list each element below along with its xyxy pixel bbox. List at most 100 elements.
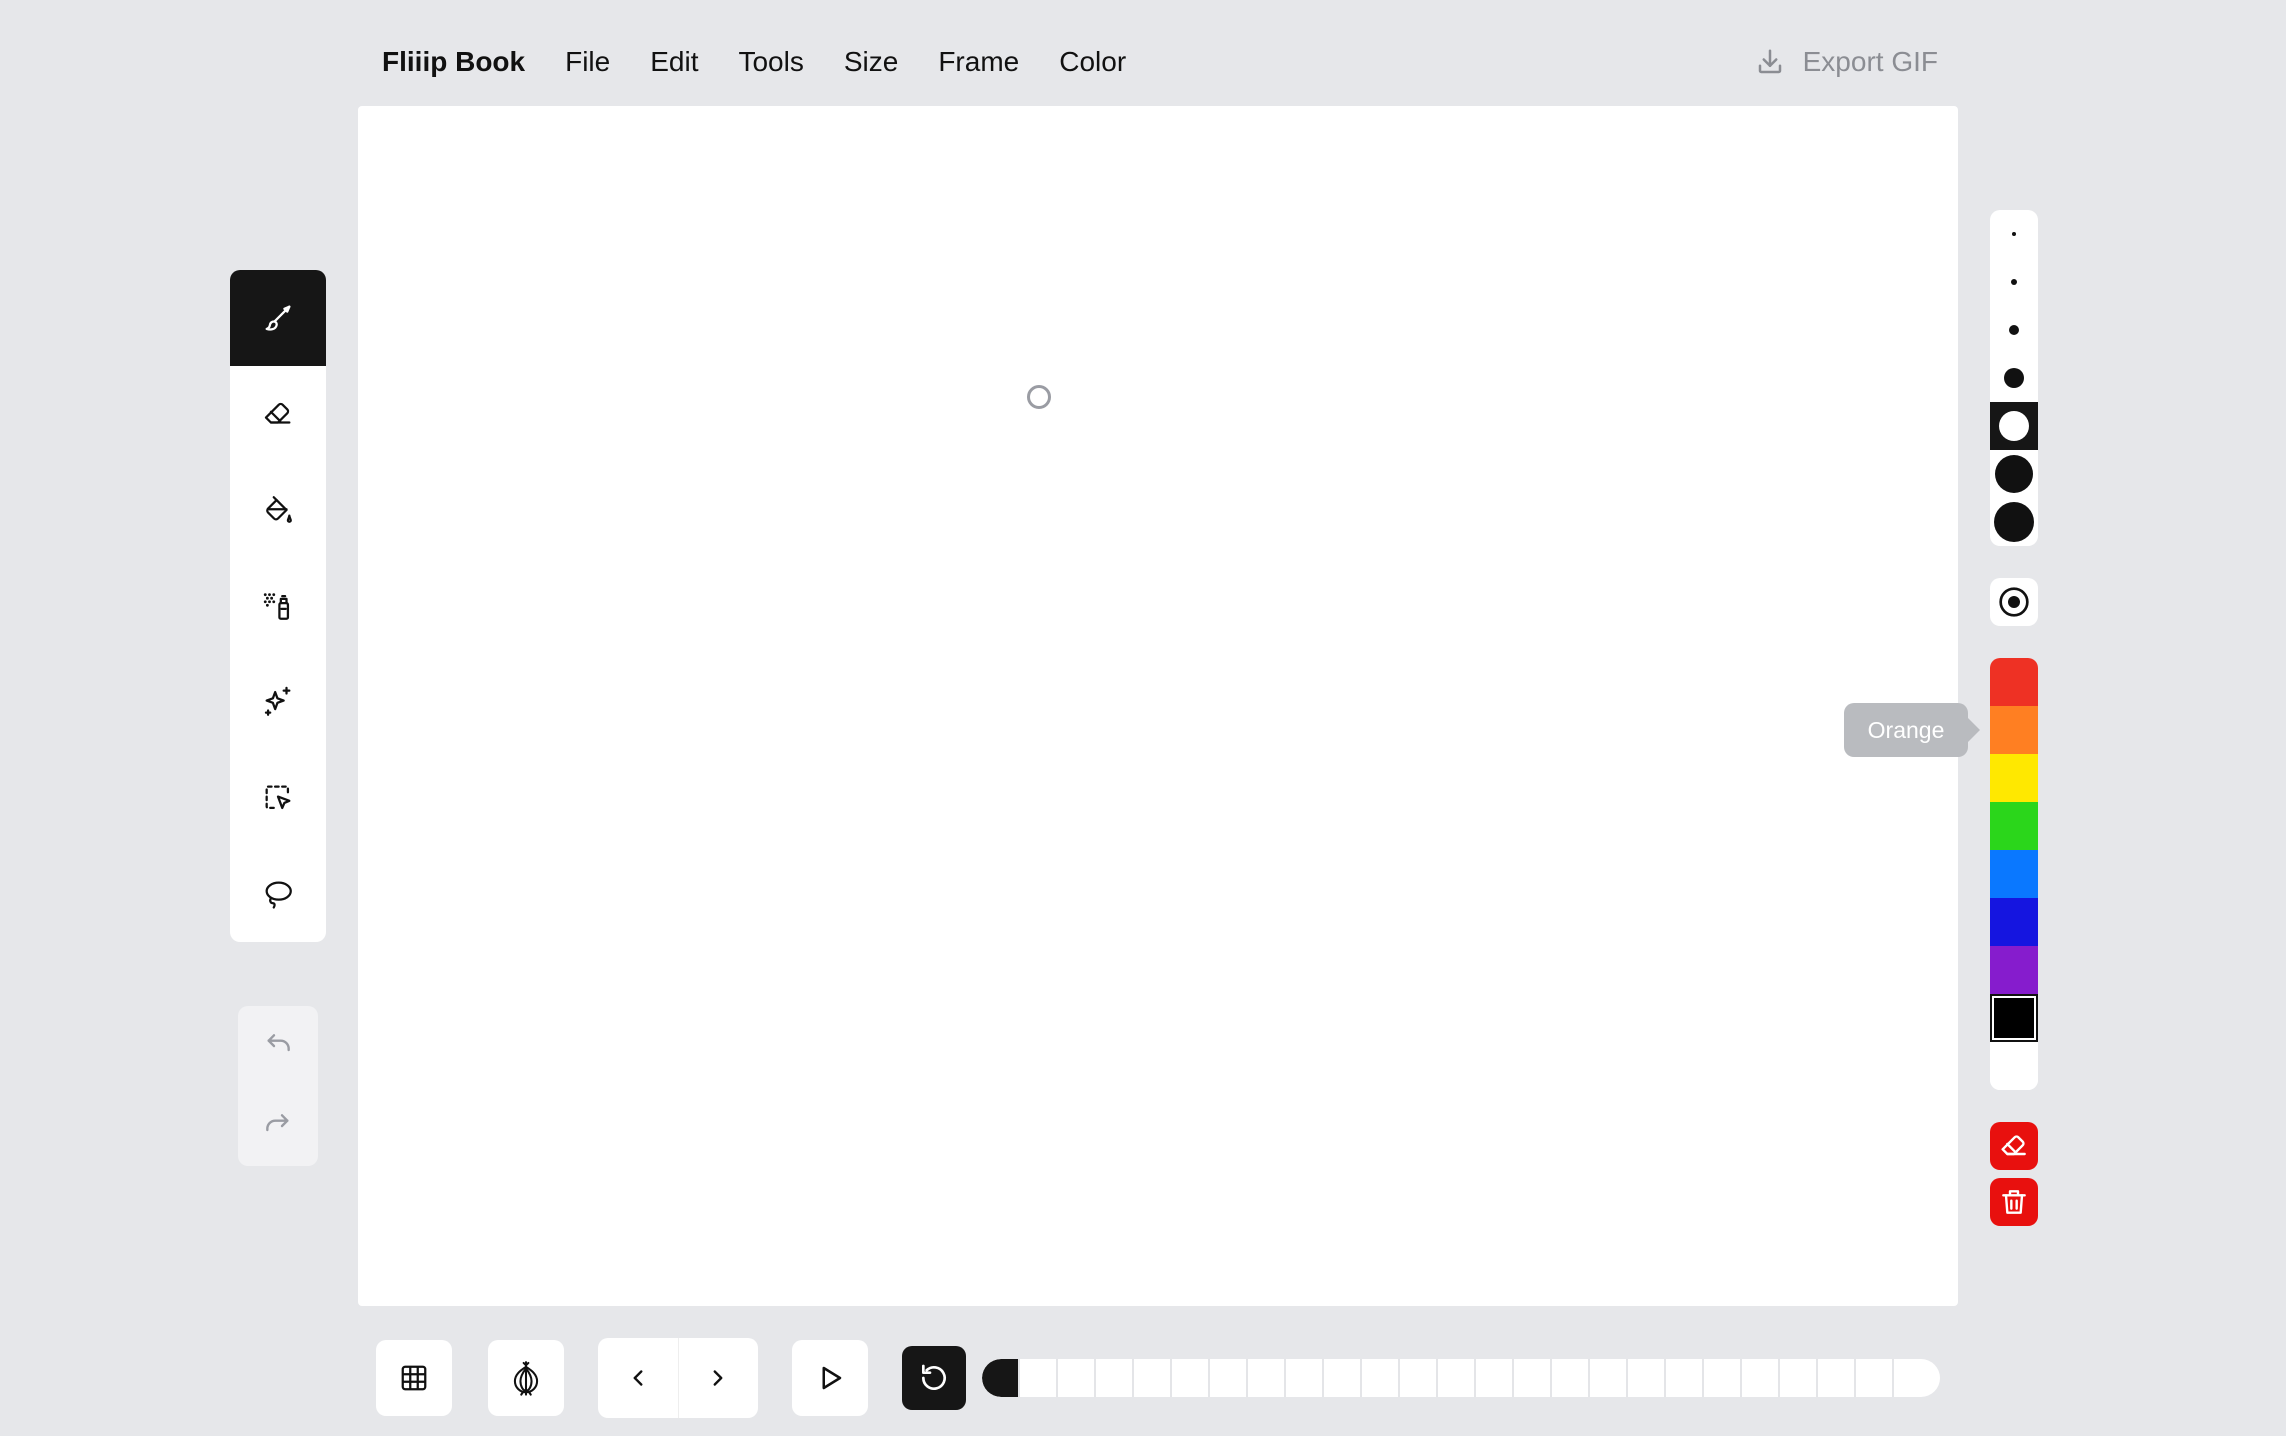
color-palette: [1990, 658, 2038, 1090]
onion-skin-button[interactable]: [488, 1340, 564, 1416]
brush-size-7[interactable]: [1990, 498, 2038, 546]
size-dot: [2009, 325, 2019, 335]
delete-frame-button[interactable]: [1990, 1178, 2038, 1226]
color-tooltip: Orange: [1844, 703, 1980, 757]
swatch-black[interactable]: [1990, 994, 2038, 1042]
brush-cursor: [1027, 385, 1051, 409]
timeline-frame[interactable]: [1818, 1359, 1856, 1397]
undo-icon: [262, 1030, 294, 1062]
timeline-frame[interactable]: [1590, 1359, 1628, 1397]
size-dot: [2012, 232, 2016, 236]
eraser-tool[interactable]: [230, 366, 326, 462]
swatch-blue[interactable]: [1990, 850, 2038, 898]
timeline-frame[interactable]: [1286, 1359, 1324, 1397]
chevron-right-icon: [705, 1365, 731, 1391]
size-dot: [2004, 368, 2024, 388]
swatch-indigo[interactable]: [1990, 898, 2038, 946]
brush-tool[interactable]: [230, 270, 326, 366]
brush-size-1[interactable]: [1990, 210, 2038, 258]
sparkle-tool[interactable]: [230, 654, 326, 750]
size-dot: [1999, 411, 2029, 441]
select-tool[interactable]: [230, 750, 326, 846]
grid-toggle-button[interactable]: [376, 1340, 452, 1416]
next-frame-button[interactable]: [677, 1338, 759, 1418]
history-controls: [238, 1006, 318, 1166]
timeline-frame[interactable]: [1514, 1359, 1552, 1397]
clear-frame-button[interactable]: [1990, 1122, 2038, 1170]
timeline-frame[interactable]: [1096, 1359, 1134, 1397]
size-dot: [1995, 455, 2033, 493]
lasso-tool[interactable]: [230, 846, 326, 942]
timeline-frame[interactable]: [1172, 1359, 1210, 1397]
brush-size-picker: [1990, 210, 2038, 546]
onion-skin-icon: [507, 1359, 545, 1397]
spray-tool[interactable]: [230, 558, 326, 654]
opacity-toggle[interactable]: [1990, 578, 2038, 626]
menu-bar: Fliiip Book File Edit Tools Size Frame C…: [382, 40, 1166, 84]
frame-timeline: [982, 1359, 1940, 1397]
menu-color[interactable]: Color: [1059, 46, 1126, 78]
menu-edit[interactable]: Edit: [650, 46, 698, 78]
swatch-red[interactable]: [1990, 658, 2038, 706]
sparkles-icon: [261, 685, 295, 719]
drawing-canvas[interactable]: [358, 106, 1958, 1306]
paint-bucket-icon: [261, 493, 295, 527]
timeline-frame[interactable]: [1362, 1359, 1400, 1397]
timeline-frame[interactable]: [1476, 1359, 1514, 1397]
timeline-frame[interactable]: [1856, 1359, 1894, 1397]
timeline-frame[interactable]: [1438, 1359, 1476, 1397]
fill-tool[interactable]: [230, 462, 326, 558]
tool-palette: [230, 270, 326, 942]
timeline-frame[interactable]: [1628, 1359, 1666, 1397]
size-dot: [1994, 502, 2034, 542]
app-title: Fliiip Book: [382, 46, 526, 77]
timeline-frame[interactable]: [1248, 1359, 1286, 1397]
loop-toggle-button[interactable]: [902, 1346, 966, 1410]
size-dot: [2011, 279, 2017, 285]
menu-tools[interactable]: Tools: [738, 46, 803, 78]
play-button[interactable]: [792, 1340, 868, 1416]
timeline-frame[interactable]: [1704, 1359, 1742, 1397]
timeline-frame[interactable]: [1552, 1359, 1590, 1397]
menu-file[interactable]: File: [565, 46, 610, 78]
export-gif-button[interactable]: Export GIF: [1755, 42, 1938, 82]
redo-icon: [262, 1110, 294, 1142]
previous-frame-button[interactable]: [598, 1338, 678, 1418]
trash-icon: [1998, 1186, 2030, 1218]
timeline-frame[interactable]: [1780, 1359, 1818, 1397]
frame-navigation: [598, 1338, 758, 1418]
grid-icon: [399, 1363, 429, 1393]
menu-size[interactable]: Size: [844, 46, 898, 78]
swatch-yellow[interactable]: [1990, 754, 2038, 802]
loop-icon: [918, 1362, 950, 1394]
timeline-frame[interactable]: [1210, 1359, 1248, 1397]
timeline-frame[interactable]: [1400, 1359, 1438, 1397]
eraser-icon: [1998, 1130, 2030, 1162]
timeline-frame[interactable]: [1058, 1359, 1096, 1397]
target-icon: [1998, 586, 2030, 618]
swatch-green[interactable]: [1990, 802, 2038, 850]
timeline-frame[interactable]: [982, 1359, 1020, 1397]
timeline-frame[interactable]: [1666, 1359, 1704, 1397]
brush-size-3[interactable]: [1990, 306, 2038, 354]
swatch-white[interactable]: [1990, 1042, 2038, 1090]
export-gif-label: Export GIF: [1802, 46, 1938, 77]
brush-size-5[interactable]: [1990, 402, 2038, 450]
brush-size-2[interactable]: [1990, 258, 2038, 306]
brush-size-6[interactable]: [1990, 450, 2038, 498]
menu-frame[interactable]: Frame: [938, 46, 1019, 78]
timeline-frame[interactable]: [1134, 1359, 1172, 1397]
spray-can-icon: [261, 589, 295, 623]
lasso-icon: [261, 877, 295, 911]
timeline-frame[interactable]: [1020, 1359, 1058, 1397]
undo-button[interactable]: [238, 1006, 318, 1086]
redo-button[interactable]: [238, 1086, 318, 1166]
swatch-purple[interactable]: [1990, 946, 2038, 994]
select-pointer-icon: [261, 781, 295, 815]
swatch-orange[interactable]: [1990, 706, 2038, 754]
brush-icon: [261, 301, 295, 335]
timeline-frame[interactable]: [1742, 1359, 1780, 1397]
brush-size-4[interactable]: [1990, 354, 2038, 402]
chevron-left-icon: [625, 1365, 651, 1391]
timeline-frame[interactable]: [1324, 1359, 1362, 1397]
